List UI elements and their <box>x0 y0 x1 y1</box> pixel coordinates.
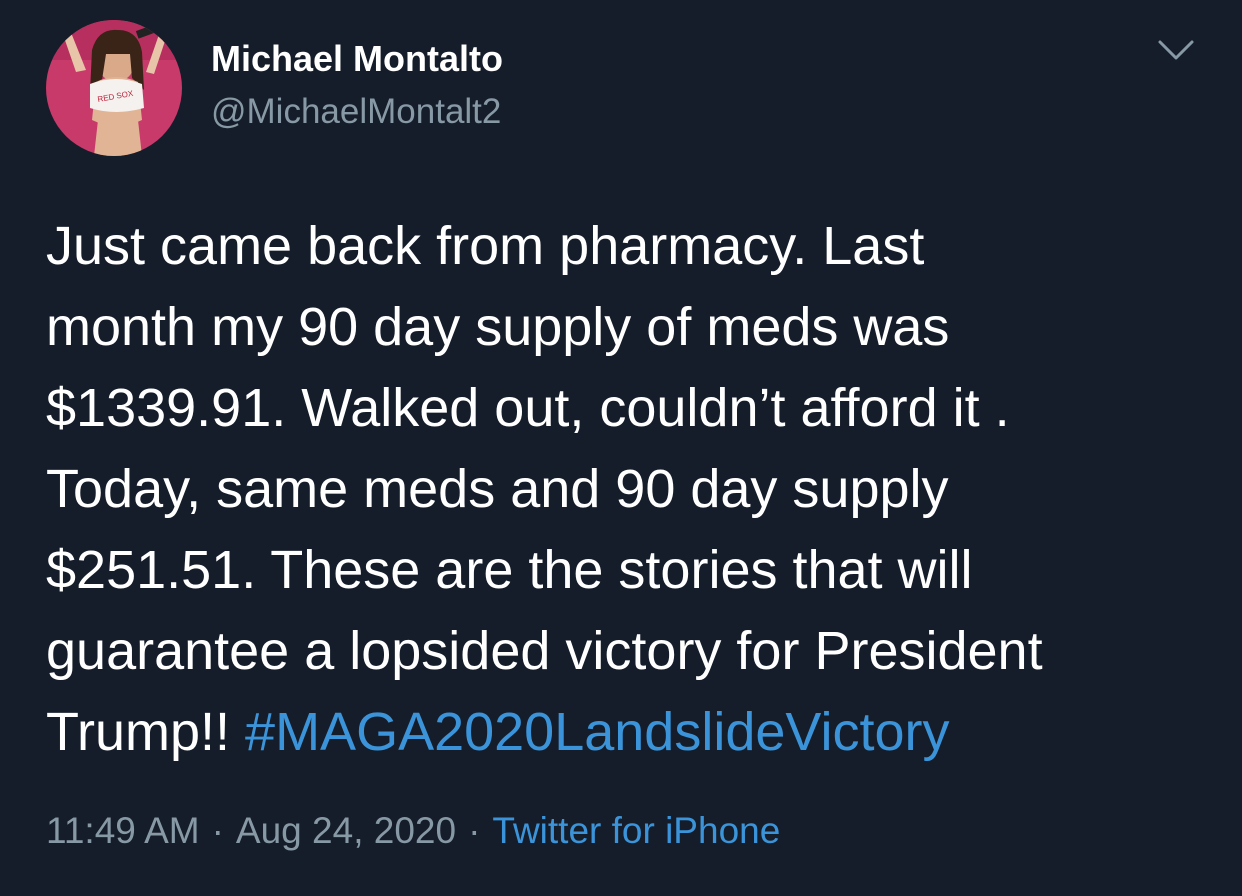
display-name[interactable]: Michael Montalto <box>211 38 503 80</box>
tweet-time[interactable]: 11:49 AM <box>46 810 200 851</box>
tweet-text: Just came back from pharmacy. Last month… <box>46 206 1216 773</box>
hashtag-link[interactable]: #MAGA2020LandslideVictory <box>245 702 949 762</box>
tweet-card: RED SOX Michael Montalto @MichaelMontalt… <box>0 0 1242 896</box>
avatar[interactable]: RED SOX <box>46 20 182 156</box>
meta-separator: · <box>468 810 481 851</box>
profile-photo-icon: RED SOX <box>46 20 182 156</box>
chevron-down-icon[interactable] <box>1154 34 1198 66</box>
tweet-meta: 11:49 AM · Aug 24, 2020 · Twitter for iPhone <box>46 810 780 852</box>
top-edge <box>0 0 1242 10</box>
tweet-source-link[interactable]: Twitter for iPhone <box>492 810 780 851</box>
meta-separator: · <box>211 810 224 851</box>
user-handle[interactable]: @MichaelMontalt2 <box>211 92 501 132</box>
tweet-body: Just came back from pharmacy. Last month… <box>46 216 1043 762</box>
tweet-date[interactable]: Aug 24, 2020 <box>236 810 456 851</box>
